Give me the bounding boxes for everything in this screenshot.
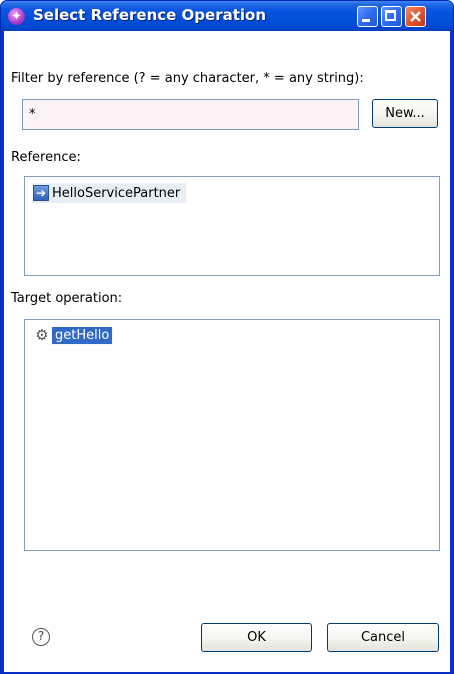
dialog-body: Filter by reference (? = any character, … <box>4 31 450 672</box>
ok-button[interactable]: OK <box>201 623 312 652</box>
operation-item-label: getHello <box>50 325 114 345</box>
list-item[interactable]: ➔ HelloServicePartner <box>33 183 187 203</box>
cancel-button[interactable]: Cancel <box>327 623 439 652</box>
new-button[interactable]: New... <box>372 99 438 128</box>
reference-item-label: HelloServicePartner <box>52 185 181 201</box>
close-icon <box>410 11 421 22</box>
filter-label: Filter by reference (? = any character, … <box>11 71 364 86</box>
maximize-icon <box>385 10 396 21</box>
reference-list[interactable]: ➔ HelloServicePartner <box>24 176 440 276</box>
minimize-icon <box>362 19 370 22</box>
close-button[interactable] <box>405 6 426 27</box>
reference-arrow-icon: ➔ <box>33 185 49 201</box>
operation-gear-icon: ⚙ <box>35 326 49 344</box>
filter-input[interactable] <box>22 99 359 130</box>
help-icon[interactable]: ? <box>32 628 50 646</box>
list-item[interactable]: ⚙ getHello <box>34 325 114 345</box>
dialog-window: ✦ Select Reference Operation Filter by r… <box>0 0 454 674</box>
minimize-button[interactable] <box>357 6 378 27</box>
target-operation-label: Target operation: <box>11 291 123 306</box>
target-operation-list[interactable]: ⚙ getHello <box>24 319 440 551</box>
reference-label: Reference: <box>11 150 81 165</box>
app-icon: ✦ <box>8 8 25 25</box>
maximize-button[interactable] <box>381 6 402 27</box>
title-bar[interactable]: ✦ Select Reference Operation <box>1 1 453 31</box>
window-title: Select Reference Operation <box>33 6 267 24</box>
